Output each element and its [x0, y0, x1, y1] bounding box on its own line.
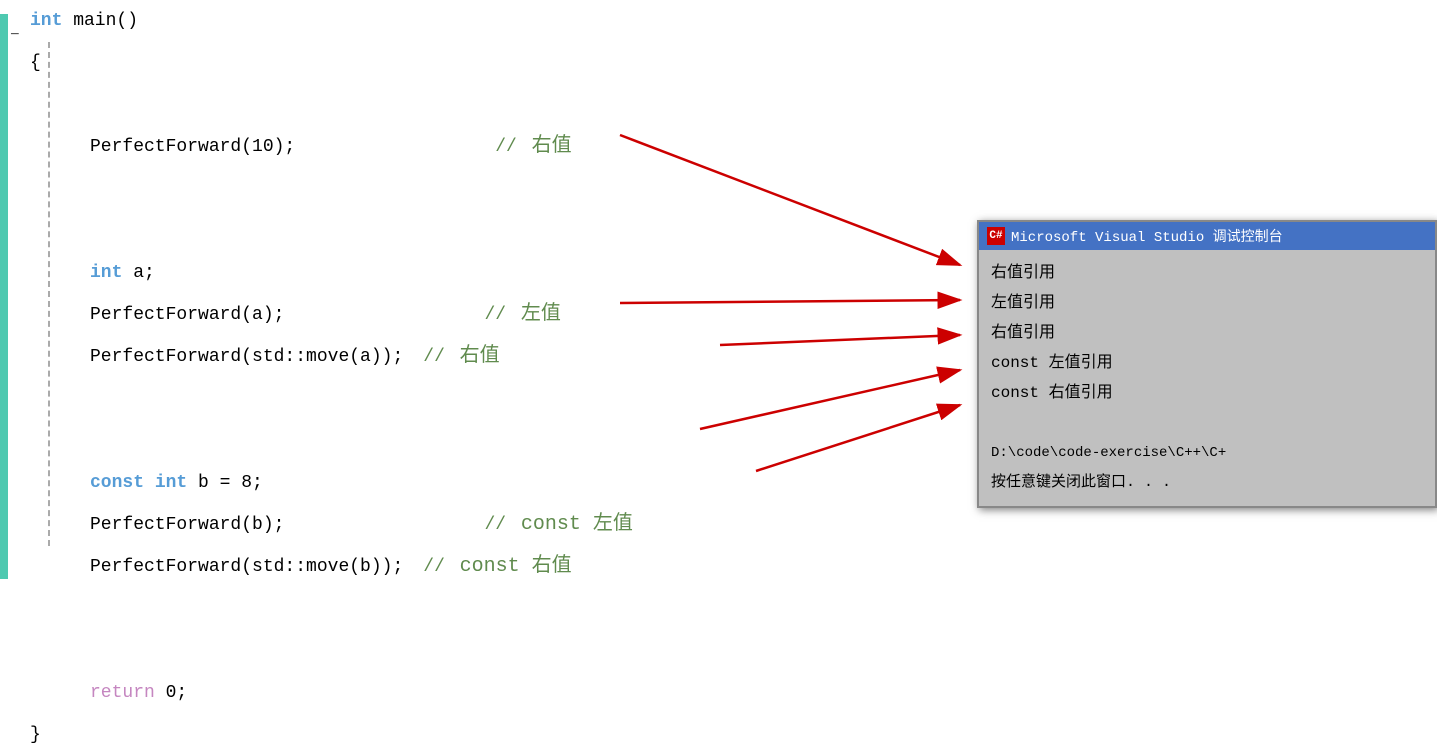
line-empty6 [30, 588, 990, 630]
console-path: D:\code\code-exercise\C++\C+ [991, 438, 1423, 468]
line-empty7 [30, 630, 990, 672]
line-return: return 0; [30, 672, 990, 714]
brace-open: { [30, 42, 41, 84]
kw-int-b: int [155, 462, 187, 504]
console-titlebar: C# Microsoft Visual Studio 调试控制台 [979, 222, 1435, 250]
var-a: a; [122, 252, 154, 294]
kw-return: return [90, 672, 155, 714]
pfmoveb-code: PerfectForward(std::move(b)); [90, 546, 403, 588]
line-empty3 [30, 210, 990, 252]
collapse-icon[interactable]: − [10, 14, 20, 56]
line-pfmoveb: PerfectForward(std::move(b)); // const 右… [30, 546, 990, 588]
pfmovea-code: PerfectForward(std::move(a)); [90, 336, 403, 378]
pfb-comment: // const 左值 [484, 504, 632, 546]
console-line-3: 右值引用 [991, 318, 1423, 348]
line-main: int main() [30, 0, 990, 42]
line-pfb: PerfectForward(b); // const 左值 [30, 504, 990, 546]
pfa-comment: // 左值 [484, 294, 560, 336]
return-val: 0; [155, 672, 187, 714]
pfmoveb-comment: // const 右值 [423, 546, 571, 588]
console-line-empty [991, 408, 1423, 438]
line-pf10: PerfectForward(10); // 右值 [30, 126, 990, 168]
kw-int-a: int [90, 252, 122, 294]
console-line-5: const 右值引用 [991, 378, 1423, 408]
line-const-b: const int b = 8; [30, 462, 990, 504]
console-line-4: const 左值引用 [991, 348, 1423, 378]
console-title: Microsoft Visual Studio 调试控制台 [1011, 226, 1283, 246]
main-parens: main() [62, 0, 138, 42]
line-pfa: PerfectForward(a); // 左值 [30, 294, 990, 336]
pf10-comment: // 右值 [495, 126, 571, 168]
line-brace-open: { [30, 42, 990, 84]
kw-int-main: int [30, 0, 62, 42]
console-body: 右值引用 左值引用 右值引用 const 左值引用 const 右值引用 D:\… [979, 250, 1435, 506]
line-pfmovea: PerfectForward(std::move(a)); // 右值 [30, 336, 990, 378]
console-app-icon: C# [987, 227, 1005, 245]
pfb-code: PerfectForward(b); [90, 504, 284, 546]
line-brace-close: } [30, 714, 990, 756]
pf10-code: PerfectForward(10); [90, 126, 295, 168]
line-empty1 [30, 84, 990, 126]
line-empty4 [30, 378, 990, 420]
console-press: 按任意键关闭此窗口. . . [991, 468, 1423, 498]
code-lines-container: int main() { PerfectForward(10); // 右值 i… [30, 0, 990, 756]
console-popup: C# Microsoft Visual Studio 调试控制台 右值引用 左值… [977, 220, 1437, 508]
line-int-a: int a; [30, 252, 990, 294]
code-editor: − int main() { PerfectForward(10); // 右值… [0, 0, 1000, 591]
space1 [144, 462, 155, 504]
console-line-2: 左值引用 [991, 288, 1423, 318]
var-b: b = 8; [187, 462, 263, 504]
kw-const: const [90, 462, 144, 504]
line-empty2 [30, 168, 990, 210]
code-indicator [0, 14, 8, 579]
console-line-1: 右值引用 [991, 258, 1423, 288]
pfmovea-comment: // 右值 [423, 336, 499, 378]
brace-close: } [30, 714, 41, 756]
line-empty5 [30, 420, 990, 462]
pfa-code: PerfectForward(a); [90, 294, 284, 336]
